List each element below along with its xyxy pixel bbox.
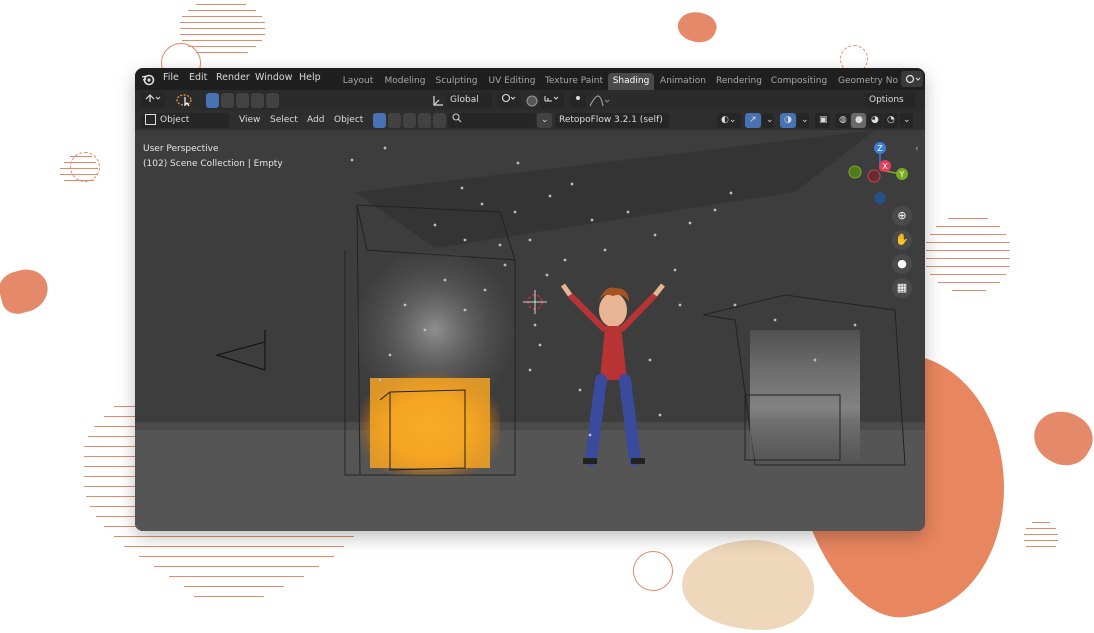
tab-sculpting[interactable]: Sculpting [433,73,480,90]
decor-beige-blob [682,540,814,630]
perspective-label: User Perspective [143,144,219,154]
decor-blob-right-small [1024,400,1094,476]
select-invert-mode-button[interactable] [251,93,264,108]
menu-render[interactable]: Render [216,72,250,83]
select-new-mode-button[interactable] [206,93,219,108]
proportional-falloff-icon[interactable] [589,93,611,107]
sidebar-toggle-icon[interactable]: ‹ [915,144,919,154]
gizmo-z-label: Z [877,144,883,153]
shading-solid-button[interactable]: ● [851,113,866,128]
decor-circle-bottom [633,551,673,591]
navigation-gizmo[interactable]: Z Y X [845,140,915,204]
decor-blob-top [674,6,720,48]
decor-blob-left [0,264,53,318]
camera-view-icon[interactable]: ● [892,254,912,274]
collection-label: (102) Scene Collection | Empty [143,159,283,169]
overlay-toggle-button[interactable]: ◑ [780,113,796,128]
object-mode-icon [145,114,156,125]
menu-help[interactable]: Help [299,72,321,83]
tab-shading[interactable]: Shading [608,73,654,90]
menu-select[interactable]: Select [270,113,298,128]
gizmo-y-label: Y [899,170,905,179]
shading-dropdown[interactable]: ⌄ [899,113,913,128]
snap-icon[interactable] [525,93,539,107]
tab-compositing[interactable]: Compositing [769,73,829,90]
proportional-edit-button[interactable] [570,93,586,108]
top-menu-bar: File Edit Render Window Help Layout Mode… [135,68,925,90]
menu-window[interactable]: Window [255,72,292,83]
filter-mesh-button[interactable] [373,113,386,128]
menu-file[interactable]: File [163,72,179,83]
overlay-dropdown[interactable]: ⌄ [797,113,809,128]
options-dropdown[interactable]: Options [865,93,915,108]
viewport-header: Object Mode⌄ View Select Add Object ⌄ Re… [135,110,925,140]
decor-dashed-circle-left [70,152,100,182]
tool-settings-bar: Global Options [135,90,925,110]
snap-target-dropdown[interactable] [540,93,564,108]
tab-texture-paint[interactable]: Texture Paint [543,73,605,90]
select-extend-mode-button[interactable] [221,93,234,108]
shading-rendered-button[interactable]: ◔ [883,113,898,128]
shading-wireframe-button[interactable]: ◍ [835,113,850,128]
gizmo-dropdown[interactable]: ⌄ [762,113,774,128]
tab-layout[interactable]: Layout [338,73,378,90]
tab-rendering[interactable]: Rendering [713,73,765,90]
menu-edit[interactable]: Edit [189,72,207,83]
blender-logo-icon[interactable] [141,71,155,86]
pan-hand-icon[interactable]: ✋ [892,230,912,250]
visibility-dropdown[interactable]: ◐⌄ [717,113,741,128]
grid-perspective-icon[interactable]: ▦ [892,278,912,298]
tab-animation[interactable]: Animation [658,73,708,90]
asset-dropdown-button[interactable]: ⌄ [537,113,552,128]
tab-geometry-nodes[interactable]: Geometry No [834,73,900,90]
select-tool-icon[interactable] [175,92,197,108]
filter-hdri-button[interactable] [433,113,446,128]
asset-search-input[interactable] [448,113,536,128]
zoom-icon[interactable]: ⊕ [892,206,912,226]
filter-texture-button[interactable] [403,113,416,128]
scene-selector-button[interactable] [901,71,923,87]
3d-viewport[interactable]: User Perspective (102) Scene Collection … [135,130,925,531]
decor-stripes-right-small [1024,520,1058,554]
tab-modeling[interactable]: Modeling [382,73,428,90]
scene-render [135,130,925,531]
select-intersect-mode-button[interactable] [266,93,279,108]
filter-world-button[interactable] [418,113,431,128]
filter-material-button[interactable] [388,113,401,128]
select-subtract-mode-button[interactable] [236,93,249,108]
menu-view[interactable]: View [239,113,260,128]
blender-window: File Edit Render Window Help Layout Mode… [135,68,925,531]
gizmo-x-label: X [882,162,888,171]
transform-orientation-dropdown[interactable]: Global [446,93,492,108]
xray-toggle-button[interactable]: ▣ [815,113,830,128]
search-icon [452,113,462,123]
decor-stripes-right [926,216,1012,296]
menu-object[interactable]: Object [334,113,363,128]
menu-add[interactable]: Add [307,113,324,128]
retopoflow-dropdown[interactable]: RetopoFlow 3.2.1 (self) [555,113,669,128]
shading-material-button[interactable]: ◕ [867,113,882,128]
gizmo-toggle-button[interactable]: ↗ [745,113,761,128]
tab-uv-editing[interactable]: UV Editing [485,73,539,90]
editor-type-button[interactable] [141,93,165,108]
pivot-point-dropdown[interactable] [497,93,521,108]
transform-orientation-icon [431,93,445,107]
object-mode-dropdown[interactable]: Object Mode⌄ [141,113,229,140]
